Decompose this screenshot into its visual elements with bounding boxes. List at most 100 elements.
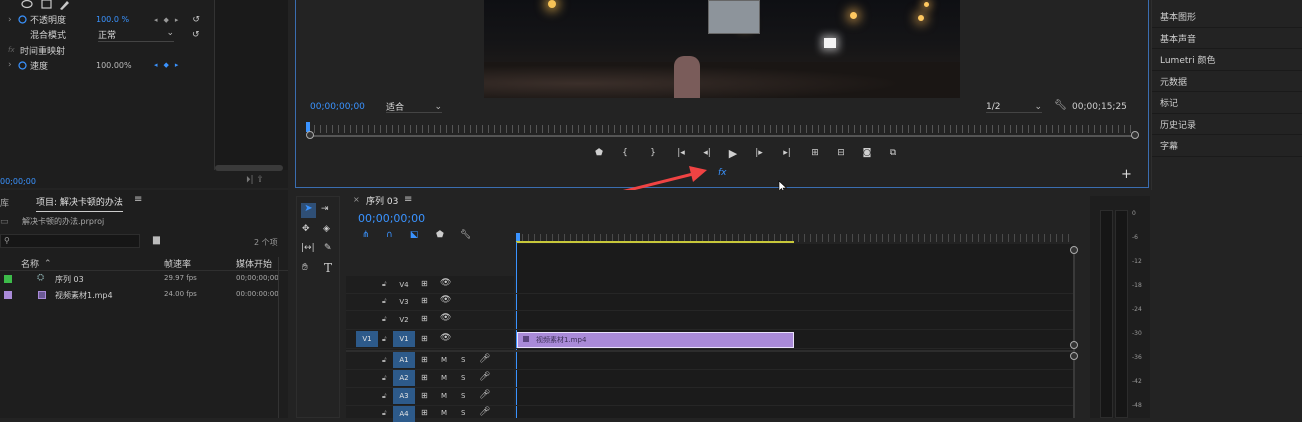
timeline-timecode[interactable]: 00;00;00;00 [358,212,425,225]
sync-icon[interactable]: ⊞ [421,334,428,343]
sync-icon[interactable]: ⊞ [421,408,428,417]
nest-icon[interactable]: ⬕ [410,230,436,240]
scroll-handle-right[interactable] [1131,131,1139,139]
add-marker-icon[interactable]: ⬟ [436,230,460,240]
slip-tool-icon[interactable]: |↔| [301,243,315,253]
project-row[interactable]: ⛭ 序列 03 29.97 fps 00;00;00;00 [0,273,288,289]
monitor-time-ruler[interactable] [308,125,1136,133]
razor-tool-icon[interactable]: ◈ [323,224,330,234]
compare-view-icon[interactable]: ⧉ [880,148,906,158]
column-name[interactable]: 名称 [21,257,39,270]
lock-icon[interactable]: 🔓︎ [382,335,387,344]
source-patch[interactable]: V1 [356,331,378,347]
lock-icon[interactable]: 🔓︎ [382,356,387,365]
panel-menu-icon[interactable]: ≡ [134,194,142,205]
ripple-edit-tool-icon[interactable]: ✥ [302,224,310,234]
blend-mode-select[interactable]: 正常 ⌄ [98,28,174,42]
hand-tool-icon[interactable]: ✋︎ [302,262,308,273]
search-input[interactable]: ⚲ [0,234,140,248]
right-panel-item[interactable]: 基本声音 [1152,28,1302,49]
export-frame-icon[interactable]: ◙ [854,148,880,158]
stopwatch-icon[interactable] [18,60,30,70]
project-row[interactable]: 视频素材1.mp4 24.00 fps 00:00:00:00 [0,289,288,305]
sync-icon[interactable]: ⊞ [421,391,428,400]
pen-tool-icon[interactable]: ✎ [324,243,332,253]
lock-icon[interactable]: 🔓︎ [382,392,387,401]
mute-button[interactable]: M [441,392,447,400]
mute-button[interactable]: M [441,356,447,364]
ec-scrollbar[interactable] [215,165,283,171]
selection-tool-icon[interactable]: ➤ [301,203,316,218]
step-back-icon[interactable]: ◂| [694,148,720,158]
mute-button[interactable]: M [441,409,447,417]
solo-button[interactable]: S [461,409,465,417]
scroll-handle[interactable] [1070,352,1078,360]
column-media-start[interactable]: 媒体开始 [236,257,272,270]
video-track[interactable]: 🔓︎ V3 ⊞ 👁︎ [346,294,1074,311]
audio-track[interactable]: 🔓︎ A4 ⊞ M S 🎤︎ [346,406,1074,422]
sync-icon[interactable]: ⊞ [421,373,428,382]
track-label[interactable]: A3 [393,388,415,404]
track-label[interactable]: A4 [393,406,415,422]
close-icon[interactable]: × [353,195,360,204]
opacity-row[interactable]: › 不透明度 100.0 % ◂◆▸ ↺ [8,13,213,27]
solo-button[interactable]: S [461,374,465,382]
right-panel-item[interactable]: Lumetri 颜色 [1152,49,1302,71]
add-button[interactable]: + [1121,167,1132,182]
sync-icon[interactable]: ⊞ [421,355,428,364]
scroll-handle[interactable] [1070,341,1078,349]
snap-icon[interactable]: ⋔ [362,230,386,240]
sort-arrow-icon[interactable]: ⌃ [44,259,52,269]
microphone-icon[interactable]: 🎤︎ [479,390,490,400]
linked-selection-icon[interactable]: ∩ [386,230,410,240]
lock-icon[interactable]: 🔓︎ [382,297,387,306]
video-clip[interactable]: 视频素材1.mp4 [517,332,794,348]
audio-track[interactable]: 🔓︎ A3 ⊞ M S 🎤︎ [346,388,1074,406]
expand-arrow-icon[interactable]: › [8,15,18,25]
timeline-playhead[interactable] [516,233,520,241]
column-fps[interactable]: 帧速率 [164,257,191,270]
keyframe-nav-icon[interactable]: ◂◆▸ [154,16,184,24]
right-panel-item[interactable]: 字幕 [1152,135,1302,157]
ec-bottom-icons[interactable]: ⏵| ⇪ [246,175,264,185]
step-forward-icon[interactable]: |▸ [746,148,772,158]
panel-menu-icon[interactable]: ≡ [404,194,412,205]
track-label[interactable]: A2 [393,370,415,386]
go-to-out-icon[interactable]: ▸| [772,148,802,158]
eye-icon[interactable]: 👁︎ [440,278,451,288]
microphone-icon[interactable]: 🎤︎ [479,407,490,417]
marker-icon[interactable]: ⬟ [586,148,612,158]
track-label[interactable]: V4 [393,277,415,293]
track-select-tool-icon[interactable]: ⇥ [321,204,329,214]
opacity-value[interactable]: 100.0 % [96,15,154,24]
solo-button[interactable]: S [461,356,465,364]
mark-in-icon[interactable]: { [612,148,638,158]
lock-icon[interactable]: 🔓︎ [382,280,387,289]
sync-icon[interactable]: ⊞ [421,314,428,323]
lock-icon[interactable]: 🔓︎ [382,315,387,324]
fit-select[interactable]: 适合 ⌄ [386,101,442,113]
solo-button[interactable]: S [461,392,465,400]
scroll-handle[interactable] [1070,246,1078,254]
microphone-icon[interactable]: 🎤︎ [479,354,490,364]
new-bin-icon[interactable]: ▆ [153,235,160,245]
type-tool-icon[interactable]: T [324,261,332,275]
lock-icon[interactable]: 🔓︎ [382,409,387,418]
right-panel-item[interactable]: 历史记录 [1152,114,1302,135]
scroll-handle-left[interactable] [306,131,314,139]
mark-out-icon[interactable]: } [638,148,668,158]
lift-icon[interactable]: ⊞ [802,148,828,158]
eye-icon[interactable]: 👁︎ [440,295,451,305]
extract-icon[interactable]: ⊟ [828,148,854,158]
right-panel-item[interactable]: 基本图形 [1152,6,1302,28]
resolution-select[interactable]: 1/2 ⌄ [986,101,1042,113]
lock-icon[interactable]: 🔓︎ [382,374,387,383]
go-to-in-icon[interactable]: |◂ [668,148,694,158]
track-label[interactable]: V1 [393,331,415,347]
track-label[interactable]: V3 [393,294,415,310]
monitor-scrollbar[interactable] [308,135,1138,137]
video-track[interactable]: 🔓︎ V4 ⊞ 👁︎ [346,277,1074,294]
right-panel-item[interactable]: 标记 [1152,92,1302,114]
play-icon[interactable]: ▶ [720,147,746,160]
eye-icon[interactable]: 👁︎ [440,313,451,323]
